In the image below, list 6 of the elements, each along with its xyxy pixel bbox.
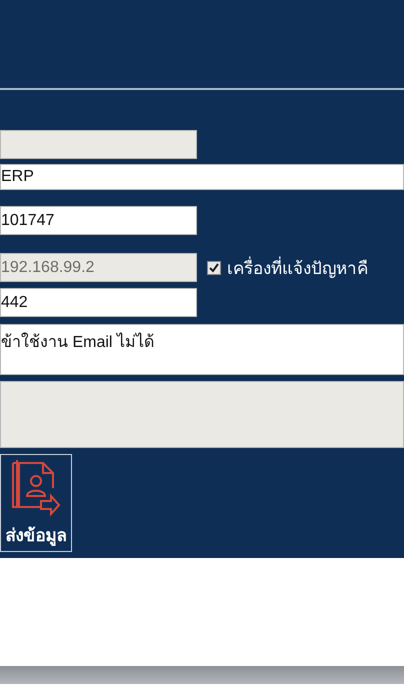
input-field[interactable]: 101747 [0, 206, 197, 235]
checkbox-label: เครื่องที่แจ้งปัญหาคื [227, 254, 368, 281]
input-field[interactable]: ERP [0, 164, 404, 190]
submit-button[interactable]: ส่งข้อมูล [0, 454, 72, 552]
text-area[interactable]: ข้าใช้งาน Email ไม่ได้ [0, 324, 404, 375]
input-field[interactable]: 442 [0, 288, 197, 317]
